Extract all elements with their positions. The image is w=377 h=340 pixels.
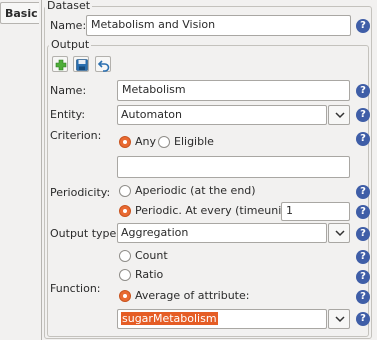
attribute-dropdown-button[interactable]	[328, 309, 350, 329]
periodicity-label: Periodicity:	[50, 186, 111, 199]
criterion-label: Criterion:	[50, 129, 102, 142]
dataset-name-help-icon[interactable]: ?	[356, 19, 370, 33]
chevron-down-icon	[335, 230, 345, 237]
chevron-down-icon	[335, 112, 345, 119]
criterion-help-icon[interactable]: ?	[356, 132, 370, 146]
fn-count-label[interactable]: Count	[135, 249, 168, 263]
dataset-group-title: Dataset	[45, 0, 93, 12]
output-group-title: Output	[49, 38, 92, 51]
output-type-help-icon[interactable]: ?	[356, 227, 370, 241]
function-label: Function:	[50, 282, 101, 295]
add-button[interactable]	[52, 56, 68, 72]
periodic-label[interactable]: Periodic. At every (timeunits):	[135, 204, 299, 218]
undo-button[interactable]	[95, 56, 111, 72]
fn-ratio-help-icon[interactable]: ?	[356, 270, 370, 284]
save-button[interactable]	[73, 56, 89, 72]
add-icon	[55, 59, 67, 71]
fn-average-radio[interactable]	[119, 290, 131, 302]
criterion-expression-field[interactable]	[117, 156, 350, 178]
criterion-any-label[interactable]: Any	[135, 135, 156, 149]
fn-average-label[interactable]: Average of attribute:	[135, 289, 249, 303]
undo-icon	[97, 60, 110, 72]
attribute-value: sugarMetabolism	[121, 312, 218, 325]
output-name-value: Metabolism	[122, 83, 186, 96]
dataset-name-field[interactable]: Metabolism and Vision	[86, 15, 351, 36]
tab-basic[interactable]: Basic	[0, 2, 39, 24]
dataset-name-value: Metabolism and Vision	[91, 18, 216, 31]
output-type-combo[interactable]: Aggregation	[117, 223, 327, 243]
periodic-radio[interactable]	[119, 205, 131, 217]
fn-ratio-radio[interactable]	[119, 269, 131, 281]
criterion-eligible-label[interactable]: Eligible	[174, 135, 214, 149]
periodic-timeunits-field[interactable]: 1	[281, 202, 350, 221]
fn-count-radio[interactable]	[119, 250, 131, 262]
fn-count-help-icon[interactable]: ?	[356, 250, 370, 264]
entity-combo[interactable]: Automaton	[117, 105, 327, 125]
entity-help-icon[interactable]: ?	[356, 108, 370, 122]
periodic-timeunits-value: 1	[286, 204, 293, 217]
attribute-help-icon[interactable]: ?	[356, 312, 370, 326]
output-name-field[interactable]: Metabolism	[117, 80, 350, 101]
criterion-eligible-radio[interactable]	[158, 136, 170, 148]
output-type-value: Aggregation	[121, 226, 189, 239]
tab-basic-label: Basic	[5, 7, 38, 20]
attribute-combo[interactable]: sugarMetabolism	[117, 309, 327, 329]
dataset-name-label: Name:	[50, 19, 87, 32]
output-type-label: Output type:	[50, 227, 120, 240]
entity-label: Entity:	[50, 108, 86, 121]
tab-divider	[41, 0, 42, 340]
aperiodic-radio[interactable]	[119, 185, 131, 197]
periodicity-help-icon[interactable]: ?	[356, 185, 370, 199]
entity-value: Automaton	[121, 108, 183, 121]
chevron-down-icon	[335, 316, 345, 323]
tab-strip	[0, 0, 42, 340]
output-name-help-icon[interactable]: ?	[356, 84, 370, 98]
criterion-any-radio[interactable]	[119, 136, 131, 148]
save-icon	[76, 59, 88, 71]
entity-dropdown-button[interactable]	[328, 105, 350, 125]
output-type-dropdown-button[interactable]	[328, 223, 350, 243]
aperiodic-label[interactable]: Aperiodic (at the end)	[135, 184, 256, 198]
timeunits-help-icon[interactable]: ?	[356, 205, 370, 219]
fn-ratio-label[interactable]: Ratio	[135, 268, 163, 282]
fn-average-help-icon[interactable]: ?	[356, 290, 370, 304]
output-name-label: Name:	[50, 84, 87, 97]
